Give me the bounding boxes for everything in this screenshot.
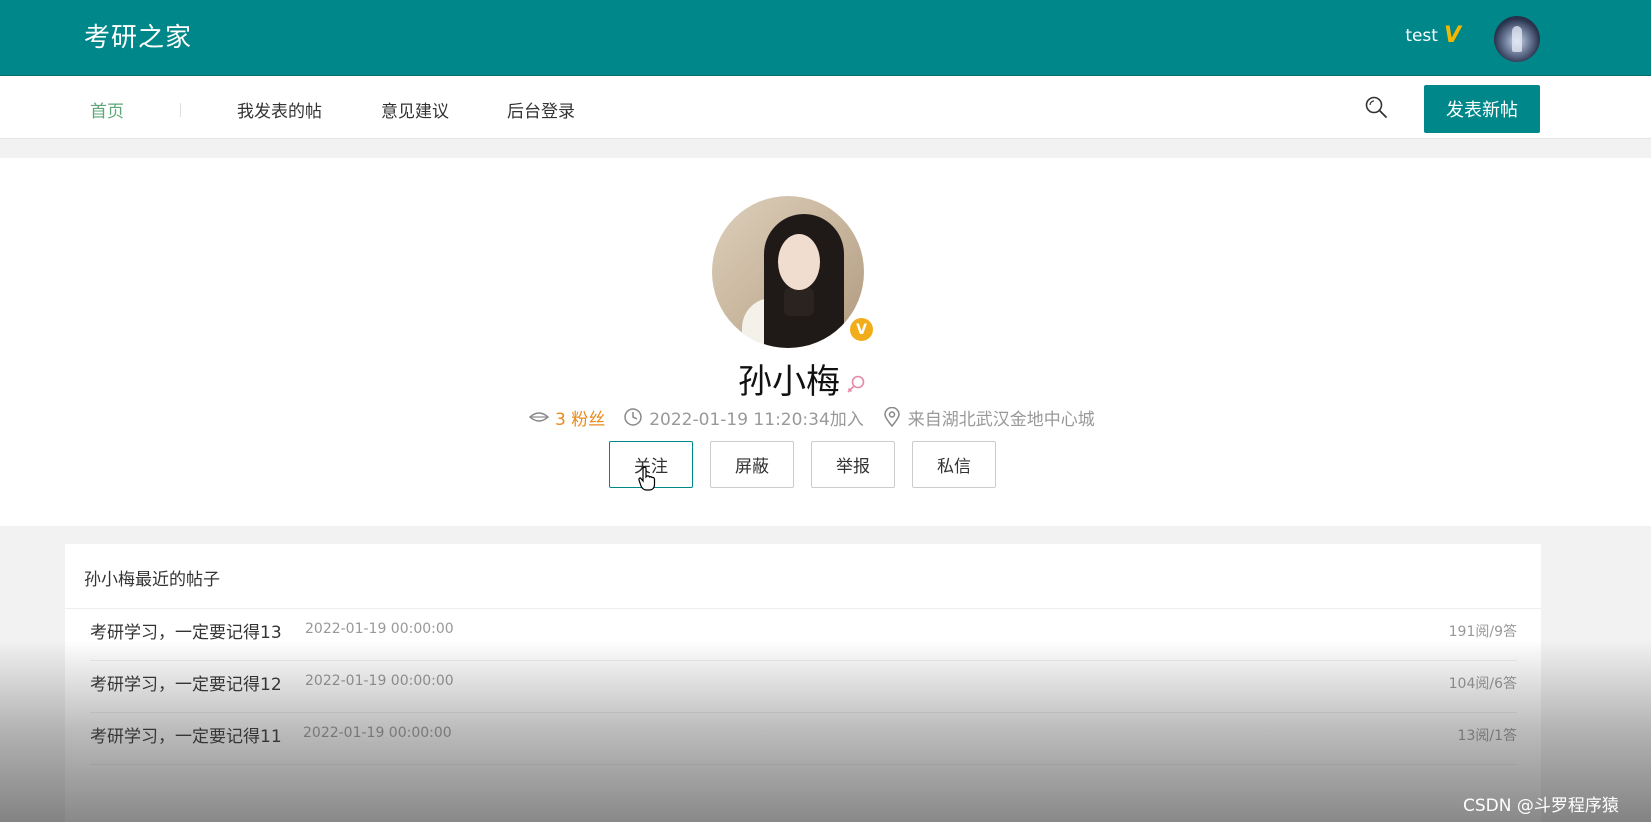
nav-item-home[interactable]: 首页 — [90, 97, 124, 122]
post-row[interactable]: 考研学习，一定要记得11 2022-01-19 00:00:00 13阅/1答 — [90, 713, 1517, 765]
search-icon[interactable] — [1364, 95, 1388, 119]
nav-divider — [180, 103, 181, 117]
fans-count[interactable]: 3 粉丝 — [555, 405, 605, 430]
site-logo[interactable]: 考研之家 — [84, 17, 192, 54]
new-post-button[interactable]: 发表新帖 — [1424, 85, 1540, 133]
main-nav: 首页 我发表的帖 意见建议 后台登录 — [0, 76, 1651, 139]
user-menu[interactable]: test V — [1405, 23, 1461, 48]
joined-date: 2022-01-19 11:20:34加入 — [649, 409, 864, 430]
message-button[interactable]: 私信 — [912, 441, 996, 488]
recent-posts-title: 孙小梅最近的帖子 — [84, 570, 220, 590]
report-button[interactable]: 举报 — [811, 441, 895, 488]
post-date: 2022-01-19 00:00:00 — [305, 673, 454, 689]
verified-badge-icon: V — [848, 316, 875, 343]
post-title[interactable]: 考研学习，一定要记得11 — [90, 722, 282, 747]
location-pin-icon — [884, 407, 900, 427]
recent-posts-panel: 孙小梅最近的帖子 考研学习，一定要记得13 2022-01-19 00:00:0… — [65, 544, 1541, 822]
post-stats: 104阅/6答 — [1448, 676, 1517, 692]
post-title[interactable]: 考研学习，一定要记得13 — [90, 618, 282, 643]
username[interactable]: test — [1405, 26, 1438, 46]
post-date: 2022-01-19 00:00:00 — [305, 621, 454, 637]
location-text: 来自湖北武汉金地中心城 — [907, 409, 1095, 430]
post-date: 2022-01-19 00:00:00 — [303, 725, 452, 741]
profile-avatar — [712, 196, 864, 348]
profile-name: 孙小梅 — [738, 362, 840, 402]
female-icon — [847, 375, 865, 393]
vip-icon: V — [1443, 23, 1461, 48]
nav-item-admin-login[interactable]: 后台登录 — [507, 97, 575, 122]
watermark: CSDN @斗罗程序猿 — [1463, 796, 1619, 816]
block-button[interactable]: 屏蔽 — [710, 441, 794, 488]
post-stats: 191阅/9答 — [1448, 624, 1517, 640]
user-avatar[interactable] — [1494, 16, 1540, 62]
post-stats: 13阅/1答 — [1457, 728, 1517, 744]
post-row[interactable]: 考研学习，一定要记得13 2022-01-19 00:00:00 191阅/9答 — [90, 609, 1517, 661]
nav-item-feedback[interactable]: 意见建议 — [381, 97, 449, 122]
nav-item-my-posts[interactable]: 我发表的帖 — [237, 97, 322, 122]
hand-cursor-icon — [638, 466, 656, 491]
post-row[interactable]: 考研学习，一定要记得12 2022-01-19 00:00:00 104阅/6答 — [90, 661, 1517, 713]
eye-icon — [529, 412, 549, 422]
top-header: 考研之家 test V — [0, 0, 1651, 76]
clock-icon — [624, 408, 642, 426]
profile-meta: 3 粉丝 2022-01-19 11:20:34加入 来自湖北武汉金地中心城 — [529, 405, 1095, 430]
post-title[interactable]: 考研学习，一定要记得12 — [90, 670, 282, 695]
